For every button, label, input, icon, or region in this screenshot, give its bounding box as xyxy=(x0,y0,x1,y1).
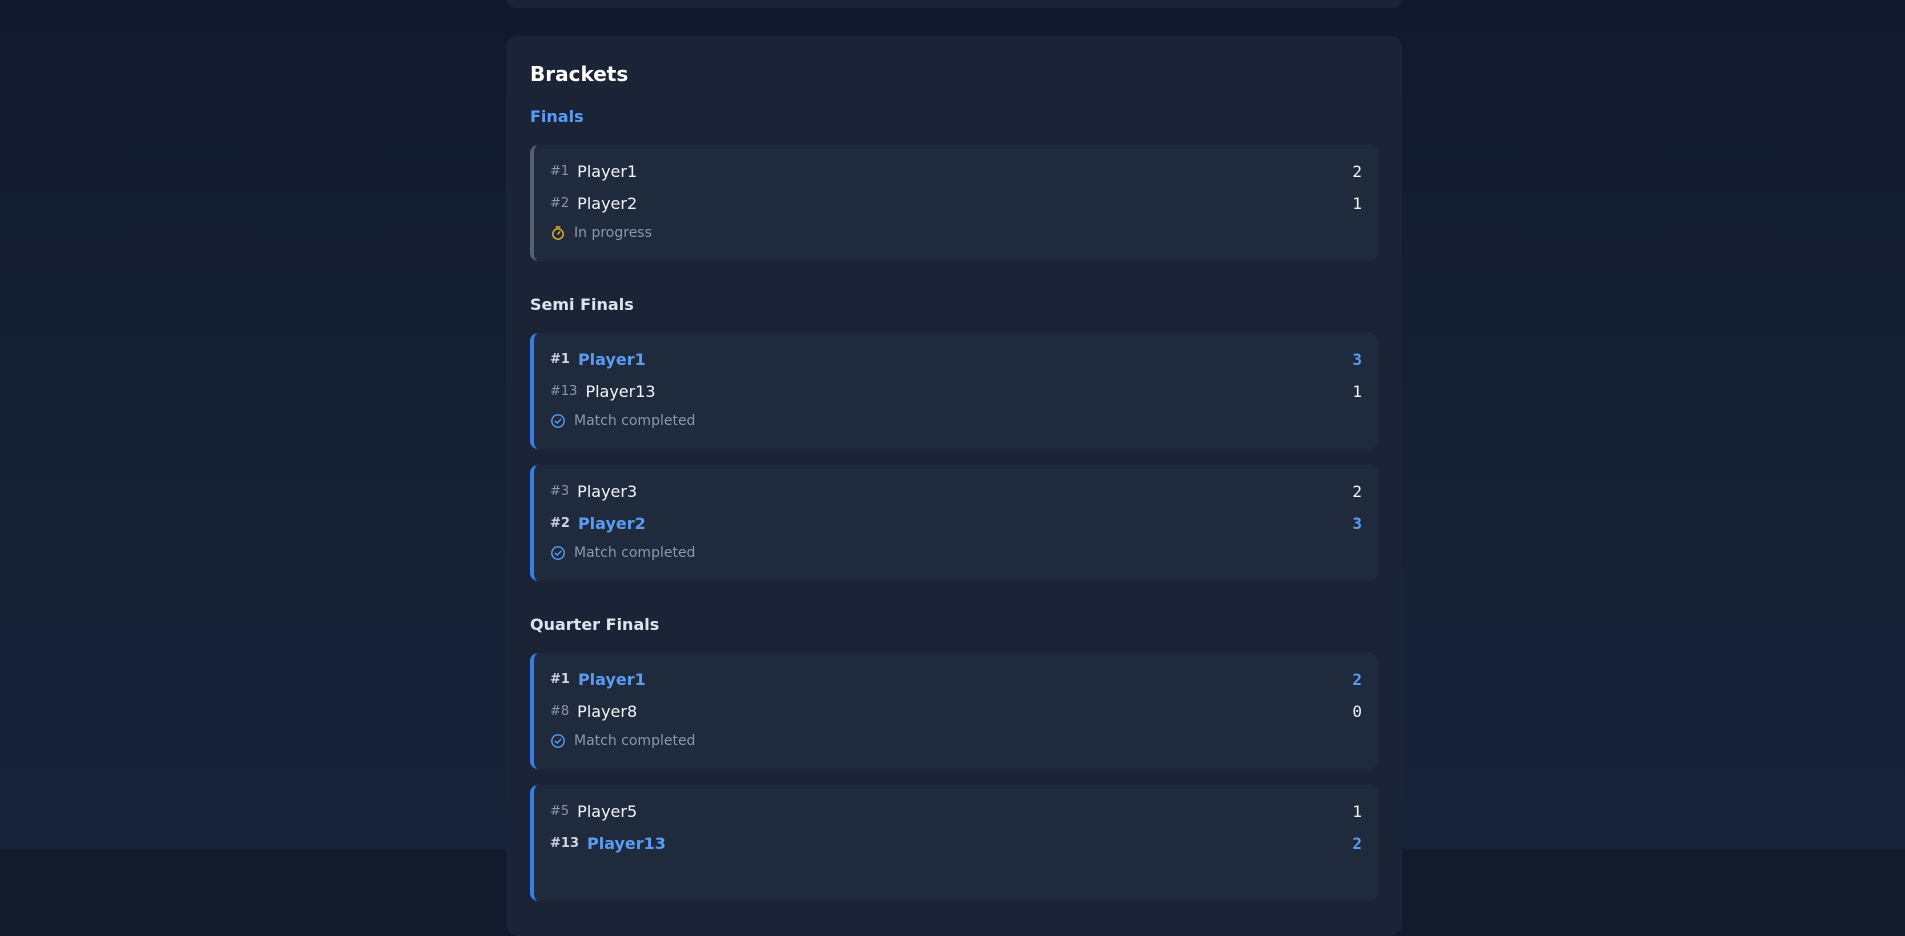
match-card-semi-finals-2[interactable]: #3 Player3 2 #2 Player2 3 Match complete… xyxy=(530,465,1378,581)
match-player-row-winner: #1 Player1 3 xyxy=(550,347,1362,371)
player-score: 1 xyxy=(1352,802,1362,821)
previous-section-card xyxy=(506,0,1402,8)
player-seed: #8 xyxy=(550,704,569,719)
player-seed: #13 xyxy=(550,836,579,851)
check-circle-icon xyxy=(550,545,566,561)
round-title-semi-finals[interactable]: Semi Finals xyxy=(530,295,634,314)
match-card-semi-finals-1[interactable]: #1 Player1 3 #13 Player13 1 Match comple… xyxy=(530,333,1378,449)
match-player-row: #1 Player1 2 xyxy=(550,159,1362,183)
player-name[interactable]: Player1 xyxy=(578,350,646,369)
player-score: 1 xyxy=(1352,382,1362,401)
player-seed: #1 xyxy=(550,164,569,179)
match-status-text: Match completed xyxy=(574,733,695,749)
player-name[interactable]: Player2 xyxy=(578,514,646,533)
brackets-title: Brackets xyxy=(530,62,628,86)
player-seed: #3 xyxy=(550,484,569,499)
match-status: Match completed xyxy=(550,413,695,429)
player-name[interactable]: Player13 xyxy=(587,834,666,853)
player-name[interactable]: Player13 xyxy=(585,382,655,401)
match-player-row-winner: #1 Player1 2 xyxy=(550,667,1362,691)
player-score: 2 xyxy=(1352,482,1362,501)
stopwatch-icon xyxy=(550,225,566,241)
match-status: In progress xyxy=(550,225,652,241)
match-status-text: Match completed xyxy=(574,413,695,429)
match-player-row: #8 Player8 0 xyxy=(550,699,1362,723)
brackets-panel: Brackets Finals #1 Player1 2 #2 Player2 … xyxy=(506,36,1402,936)
player-name[interactable]: Player2 xyxy=(577,194,637,213)
match-player-row: #13 Player13 1 xyxy=(550,379,1362,403)
match-card-quarter-finals-2[interactable]: #5 Player5 1 #13 Player13 2 xyxy=(530,785,1378,901)
match-status: Match completed xyxy=(550,733,695,749)
check-circle-icon xyxy=(550,413,566,429)
round-title-quarter-finals[interactable]: Quarter Finals xyxy=(530,615,659,634)
match-player-row-winner: #13 Player13 2 xyxy=(550,831,1362,855)
match-status: Match completed xyxy=(550,545,695,561)
player-seed: #1 xyxy=(550,672,570,687)
player-seed: #1 xyxy=(550,352,570,367)
match-player-row: #2 Player2 1 xyxy=(550,191,1362,215)
player-score: 3 xyxy=(1352,514,1362,533)
player-score: 1 xyxy=(1352,194,1362,213)
player-seed: #13 xyxy=(550,384,577,399)
player-seed: #2 xyxy=(550,196,569,211)
player-score: 2 xyxy=(1352,162,1362,181)
player-score: 0 xyxy=(1352,702,1362,721)
player-seed: #2 xyxy=(550,516,570,531)
player-score: 3 xyxy=(1352,350,1362,369)
match-card-quarter-finals-1[interactable]: #1 Player1 2 #8 Player8 0 Match complete… xyxy=(530,653,1378,769)
player-name[interactable]: Player5 xyxy=(577,802,637,821)
match-player-row: #3 Player3 2 xyxy=(550,479,1362,503)
player-name[interactable]: Player1 xyxy=(577,162,637,181)
match-status-text: Match completed xyxy=(574,545,695,561)
match-player-row: #5 Player5 1 xyxy=(550,799,1362,823)
player-score: 2 xyxy=(1352,834,1362,853)
player-score: 2 xyxy=(1352,670,1362,689)
round-title-finals[interactable]: Finals xyxy=(530,107,584,126)
check-circle-icon xyxy=(550,733,566,749)
match-card-finals-1[interactable]: #1 Player1 2 #2 Player2 1 In progress xyxy=(530,145,1378,261)
player-seed: #5 xyxy=(550,804,569,819)
match-player-row-winner: #2 Player2 3 xyxy=(550,511,1362,535)
player-name[interactable]: Player3 xyxy=(577,482,637,501)
player-name[interactable]: Player8 xyxy=(577,702,637,721)
match-status-text: In progress xyxy=(574,225,652,241)
player-name[interactable]: Player1 xyxy=(578,670,646,689)
